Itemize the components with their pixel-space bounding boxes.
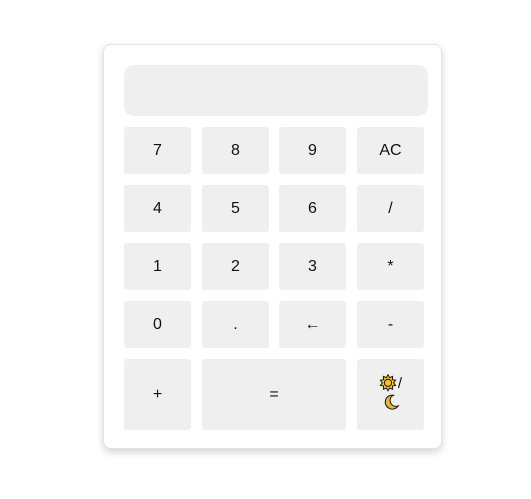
key-9[interactable]: 9: [279, 127, 346, 174]
equals-button-label: =: [269, 385, 279, 403]
backspace-button[interactable]: ←: [279, 301, 346, 348]
key-8[interactable]: 8: [202, 127, 269, 174]
clear-button-label: AC: [379, 141, 402, 159]
key-2-label: 2: [231, 257, 240, 275]
key-5[interactable]: 5: [202, 185, 269, 232]
theme-separator: /: [397, 374, 403, 392]
key-0[interactable]: 0: [124, 301, 191, 348]
theme-toggle-top-row: /: [379, 374, 402, 392]
subtract-button-label: -: [387, 315, 394, 333]
decimal-button-label: .: [233, 315, 238, 333]
add-button-label: +: [152, 385, 163, 403]
divide-button-label: /: [388, 199, 393, 217]
add-button[interactable]: +: [124, 359, 191, 430]
decimal-button[interactable]: .: [202, 301, 269, 348]
key-7-label: 7: [153, 141, 162, 159]
key-8-label: 8: [231, 141, 240, 159]
subtract-button[interactable]: -: [357, 301, 424, 348]
calculator-display: [124, 65, 428, 116]
multiply-button-label: *: [387, 257, 394, 275]
moon-icon: [382, 393, 400, 415]
key-3[interactable]: 3: [279, 243, 346, 290]
key-9-label: 9: [308, 141, 317, 159]
key-1-label: 1: [153, 257, 162, 275]
divide-button[interactable]: /: [357, 185, 424, 232]
sun-icon: [379, 374, 397, 392]
key-4[interactable]: 4: [124, 185, 191, 232]
multiply-button[interactable]: *: [357, 243, 424, 290]
key-1[interactable]: 1: [124, 243, 191, 290]
theme-toggle-button[interactable]: /: [357, 359, 424, 430]
key-7[interactable]: 7: [124, 127, 191, 174]
key-0-label: 0: [153, 315, 162, 333]
clear-button[interactable]: AC: [357, 127, 424, 174]
key-4-label: 4: [153, 199, 162, 217]
key-6-label: 6: [308, 199, 317, 217]
calculator: 7 8 9 AC 4 5 6 / 1 2 3 * 0 . ← - + = /: [103, 44, 442, 449]
equals-button[interactable]: =: [202, 359, 346, 430]
backspace-button-label: ←: [304, 315, 321, 333]
key-5-label: 5: [231, 199, 240, 217]
key-2[interactable]: 2: [202, 243, 269, 290]
key-6[interactable]: 6: [279, 185, 346, 232]
key-3-label: 3: [308, 257, 317, 275]
